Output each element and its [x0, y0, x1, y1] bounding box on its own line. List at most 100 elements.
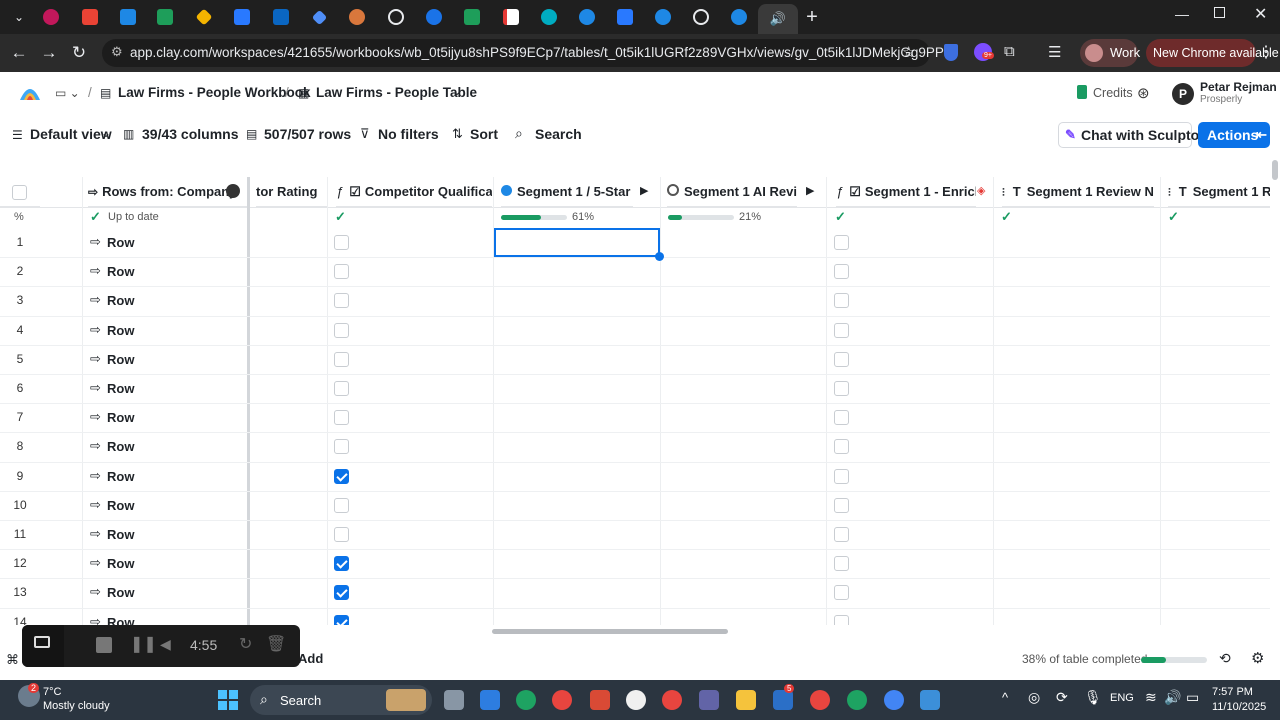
row-number[interactable]: 13 — [0, 585, 40, 599]
history-icon[interactable]: ⟲ — [1219, 650, 1231, 667]
enrich-checkbox[interactable] — [834, 351, 849, 367]
help-icon[interactable]: ⊛ — [1137, 84, 1150, 102]
row-link-cell[interactable]: Row — [107, 293, 134, 308]
column-header-rows-from[interactable]: ⇨ Rows from: Company — [88, 177, 248, 207]
folder-icon[interactable]: ▭ ⌄ — [55, 86, 80, 100]
microphone-icon[interactable]: 🎙 — [1084, 689, 1102, 706]
tab-favicon-drive[interactable] — [189, 4, 219, 30]
row-link-cell[interactable]: Row — [107, 585, 134, 600]
tab-favicon-slides[interactable] — [496, 4, 526, 30]
search-button[interactable]: Search — [535, 126, 582, 142]
clock-time[interactable]: 7:57 PM — [1212, 686, 1253, 698]
competitor-checkbox[interactable] — [334, 439, 349, 455]
row-number[interactable]: 3 — [0, 293, 40, 307]
windows-start-icon[interactable] — [218, 690, 238, 710]
fill-handle[interactable] — [655, 252, 664, 261]
competitor-checkbox[interactable] — [334, 468, 349, 484]
notepad-icon[interactable] — [920, 690, 940, 710]
competitor-checkbox[interactable] — [334, 585, 349, 601]
competitor-checkbox[interactable] — [334, 527, 349, 542]
enrich-checkbox[interactable] — [834, 468, 849, 484]
row-number[interactable]: 12 — [0, 556, 40, 570]
taskbar-search-box[interactable]: ⌕ Search — [250, 685, 432, 715]
chrome-menu-icon[interactable]: ⋮ — [1258, 42, 1274, 62]
maximize-icon[interactable] — [1214, 7, 1225, 18]
omnibox[interactable]: ⚙ app.clay.com/workspaces/421655/workboo… — [102, 39, 951, 67]
tab-favicon-record[interactable] — [36, 4, 66, 30]
view-selector[interactable]: Default view — [30, 126, 112, 142]
row-link-cell[interactable]: Row — [107, 352, 134, 367]
error-diamond-icon[interactable]: ◈ — [977, 184, 985, 197]
battery-icon[interactable]: ▭ — [1186, 689, 1199, 706]
row-link-cell[interactable]: Row — [107, 615, 134, 625]
row-link-cell[interactable]: Row — [107, 323, 134, 338]
enrich-checkbox[interactable] — [834, 614, 849, 625]
column-header-competitor[interactable]: ƒ ☑ Competitor Qualificat — [336, 177, 492, 207]
selected-cell[interactable] — [494, 228, 660, 257]
filters-button[interactable]: No filters — [378, 126, 439, 142]
column-db-icon[interactable] — [226, 184, 240, 198]
competitor-checkbox[interactable] — [334, 322, 349, 338]
chrome-icon-3[interactable] — [810, 690, 830, 710]
rewind-icon[interactable]: ◀ — [160, 636, 171, 653]
mail-icon[interactable]: 5 — [773, 684, 795, 710]
forward-icon[interactable]: → — [38, 42, 60, 64]
settings-gear-icon[interactable]: ⚙ — [1251, 649, 1264, 667]
actions-button[interactable]: Actions ⇤ — [1198, 122, 1270, 148]
run-column-play-icon[interactable]: ▶ — [640, 184, 648, 197]
row-number[interactable]: 7 — [0, 410, 40, 424]
breadcrumb-workbook[interactable]: Law Firms - People Workbook — [118, 85, 311, 100]
enrich-checkbox[interactable] — [834, 527, 849, 542]
clock-date[interactable]: 11/10/2025 — [1212, 701, 1266, 713]
tab-favicon-linkedin[interactable] — [266, 4, 296, 30]
reload-icon[interactable]: ↻ — [68, 42, 90, 64]
extension-shield-icon[interactable] — [944, 44, 958, 61]
row-link-cell[interactable]: Row — [107, 410, 134, 425]
new-tab-button[interactable]: + — [797, 4, 827, 30]
enrich-checkbox[interactable] — [834, 381, 849, 396]
tab-favicon-openai[interactable] — [686, 4, 716, 30]
enrich-checkbox[interactable] — [834, 439, 849, 455]
task-view-icon[interactable] — [444, 690, 464, 710]
enrich-checkbox[interactable] — [834, 410, 849, 426]
restart-icon[interactable]: ↻ — [239, 634, 252, 654]
enrich-checkbox[interactable] — [834, 585, 849, 601]
column-header-segment-ai-review[interactable]: Segment 1 AI Review — [667, 177, 797, 207]
edge-icon[interactable] — [516, 690, 536, 710]
sort-button[interactable]: Sort — [470, 126, 498, 142]
row-number[interactable]: 2 — [0, 264, 40, 278]
frozen-columns-divider[interactable] — [247, 177, 250, 625]
row-link-cell[interactable]: Row — [107, 439, 134, 454]
column-header-segment-re[interactable]: ⫶ T Segment 1 Re — [1168, 177, 1270, 207]
competitor-checkbox[interactable] — [334, 614, 349, 625]
stop-icon[interactable] — [96, 637, 112, 653]
site-info-icon[interactable]: ⚙ — [111, 44, 123, 60]
close-window-icon[interactable]: ✕ — [1254, 4, 1267, 24]
minimize-icon[interactable]: — — [1175, 6, 1189, 22]
row-number[interactable]: 11 — [0, 527, 40, 541]
competitor-checkbox[interactable] — [334, 556, 349, 572]
column-header-rating[interactable]: tor Rating — [256, 177, 328, 207]
horizontal-scrollbar[interactable] — [492, 629, 728, 634]
tab-favicon-bolt[interactable] — [419, 4, 449, 30]
row-link-cell[interactable]: Row — [107, 527, 134, 542]
tab-favicon-gemini[interactable] — [304, 4, 334, 30]
tab-active-audio[interactable]: 🔊 — [758, 4, 798, 34]
column-header-segment-review-na[interactable]: ⫶ T Segment 1 Review Na — [1002, 177, 1154, 207]
chat-with-sculptor-button[interactable]: ✎ Chat with Sculptor — [1058, 122, 1205, 148]
tab-favicon-app[interactable] — [534, 4, 564, 30]
tab-favicon-sheets-2[interactable] — [457, 4, 487, 30]
bookmark-star-icon[interactable]: ☆ — [902, 43, 915, 61]
row-number[interactable]: 14 — [0, 615, 40, 625]
extensions-puzzle-icon[interactable]: ⧉ — [1004, 43, 1015, 60]
enrich-checkbox[interactable] — [834, 556, 849, 572]
chrome-icon[interactable] — [552, 690, 572, 710]
row-link-cell[interactable]: Row — [107, 264, 134, 279]
extension-badge-icon[interactable]: 9+ — [974, 43, 994, 61]
teams-icon[interactable] — [699, 690, 719, 710]
enrich-checkbox[interactable] — [834, 497, 849, 513]
row-link-cell[interactable]: Row — [107, 469, 134, 484]
weather-icon[interactable]: 2 — [18, 683, 40, 707]
tab-favicon-docs-2[interactable] — [610, 4, 640, 30]
tab-favicon-claude[interactable] — [342, 4, 372, 30]
